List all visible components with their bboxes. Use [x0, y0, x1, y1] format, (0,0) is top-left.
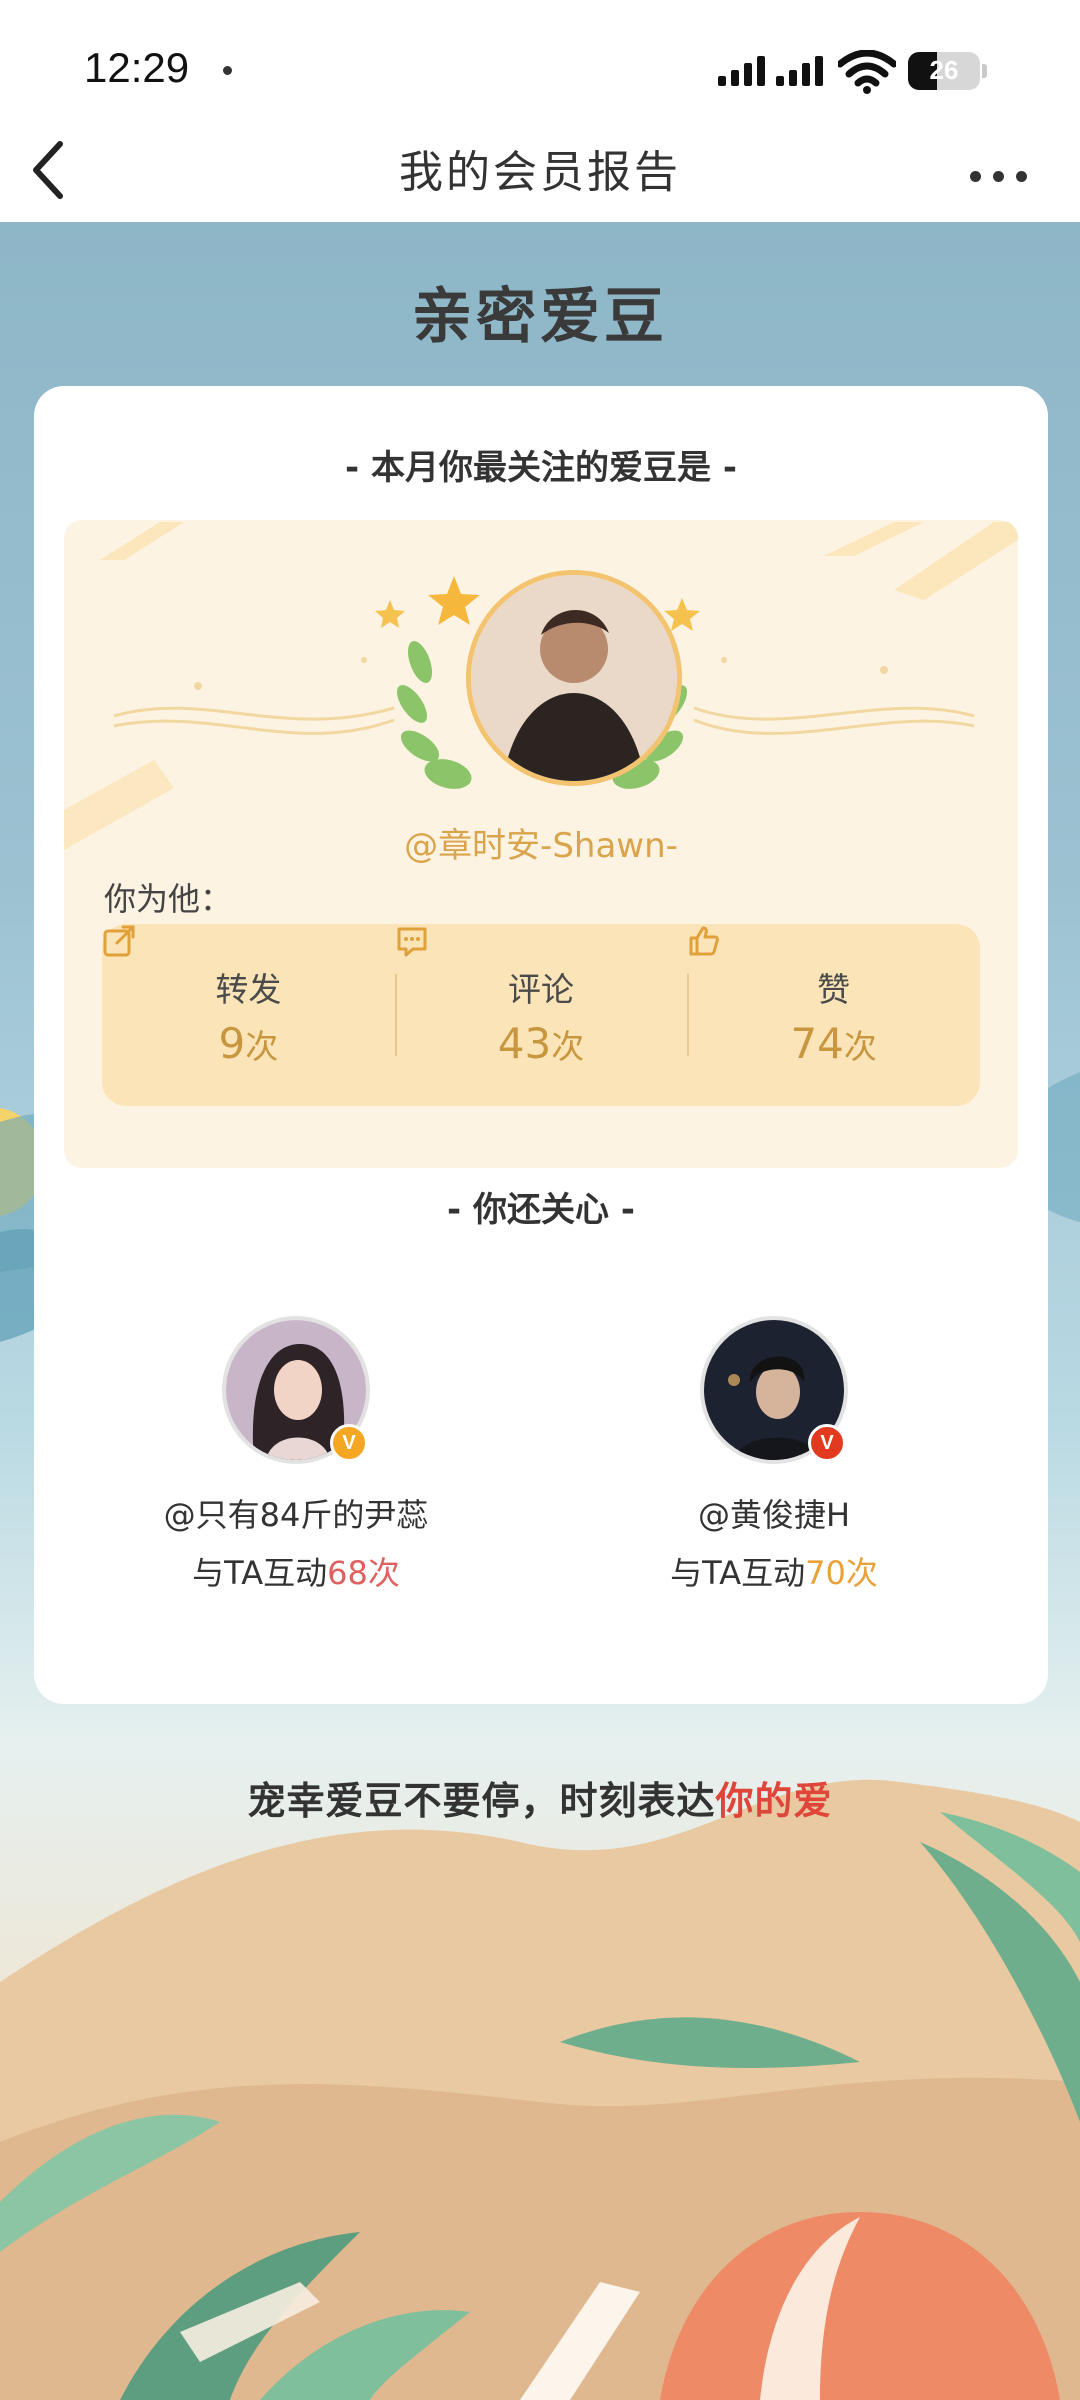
share-icon [103, 925, 135, 957]
report-scene: 亲密爱豆 - 本月你最关注的爱豆是 - @章时安-Shawn- 你为他： 转发 … [0, 222, 1080, 2400]
stat-comment: 评论 43次 [394, 924, 688, 1106]
also-care-list: V @只有84斤的尹蕊 与TA互动68次 V @黄俊捷H 与TA互动70次 [34, 1316, 1048, 1616]
stat-like: 赞 74次 [687, 924, 980, 1106]
also-care-item[interactable]: V @只有84斤的尹蕊 与TA互动68次 [96, 1316, 496, 1594]
status-time: 12:29 [84, 44, 190, 91]
stat-value: 9 [218, 1018, 246, 1068]
notification-dot-icon [223, 66, 232, 75]
interaction-count: 与TA互动70次 [574, 1548, 974, 1594]
idol-handle[interactable]: @只有84斤的尹蕊 [96, 1490, 496, 1536]
battery-icon: 26 [908, 52, 980, 90]
comment-icon [397, 927, 427, 957]
main-idol-avatar[interactable] [466, 570, 682, 786]
stat-unit: 次 [843, 1026, 877, 1066]
interaction-stats: 转发 9次 评论 43次 赞 74次 [102, 924, 980, 1106]
status-bar: 12:29 26 [0, 0, 1080, 120]
interaction-count: 与TA互动68次 [96, 1548, 496, 1594]
interaction-prefix: 与TA互动 [192, 1554, 328, 1592]
slogan-text: 宠幸爱豆不要停，时刻表达 [247, 1779, 716, 1823]
top-idol-panel: @章时安-Shawn- 你为他： 转发 9次 评论 43次 赞 74次 [64, 520, 1018, 1168]
page-title: 我的会员报告 [399, 147, 681, 198]
signal-icon [718, 54, 765, 86]
slogan: 宠幸爱豆不要停，时刻表达你的爱 [0, 1770, 1080, 1825]
stat-share: 转发 9次 [102, 924, 395, 1106]
idol-report-card: - 本月你最关注的爱豆是 - @章时安-Shawn- 你为他： 转发 9次 评论… [34, 386, 1048, 1704]
stat-value: 74 [790, 1018, 844, 1068]
also-care-item[interactable]: V @黄俊捷H 与TA互动70次 [574, 1316, 974, 1594]
signal-icon-2 [776, 54, 823, 86]
idol-handle[interactable]: @黄俊捷H [574, 1490, 974, 1536]
stat-label: 转发 [215, 969, 282, 1009]
interaction-number: 70次 [805, 1554, 878, 1592]
nav-bar: 我的会员报告 [0, 120, 1080, 222]
interaction-prefix: 与TA互动 [670, 1554, 806, 1592]
battery-level: 26 [929, 55, 959, 85]
slogan-highlight: 你的爱 [715, 1779, 833, 1823]
wifi-icon [838, 50, 896, 94]
thumbs-up-icon [689, 926, 720, 956]
stat-unit: 次 [245, 1026, 279, 1066]
stat-label: 赞 [817, 969, 851, 1009]
stat-label: 评论 [508, 969, 574, 1009]
verified-badge-icon: V [330, 1424, 368, 1462]
also-care-heading: - 你还关心 - [447, 1190, 635, 1230]
stat-unit: 次 [551, 1026, 585, 1066]
main-idol-handle[interactable]: @章时安-Shawn- [64, 818, 1018, 867]
top-idol-heading: - 本月你最关注的爱豆是 - [345, 448, 737, 488]
more-options-button[interactable] [970, 156, 1070, 196]
you-for-label: 你为他： [104, 880, 233, 918]
section-title: 亲密爱豆 [412, 282, 668, 352]
interaction-number: 68次 [327, 1554, 400, 1592]
verified-badge-icon: V [808, 1424, 846, 1462]
stat-value: 43 [497, 1018, 552, 1068]
